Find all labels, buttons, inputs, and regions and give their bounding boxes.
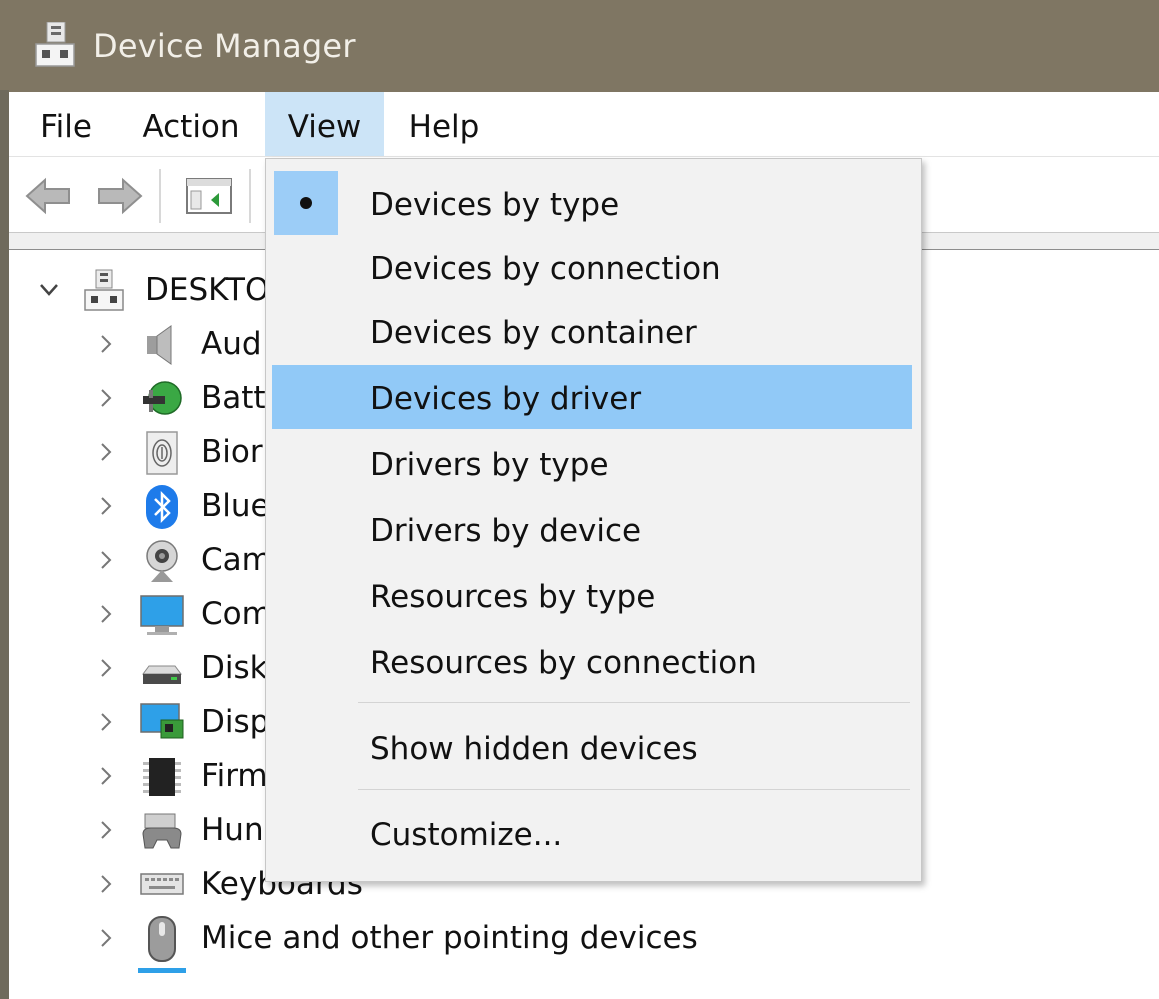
menu-item-resources-by-type[interactable]: Resources by type <box>272 563 912 627</box>
menu-item-customize[interactable]: Customize... <box>272 803 912 867</box>
tree-item-label: Firm <box>201 758 268 794</box>
window-left-border <box>0 968 9 999</box>
forward-arrow-icon[interactable] <box>91 171 147 221</box>
menu-separator <box>358 789 910 790</box>
display-adapter-icon <box>140 703 184 739</box>
menu-item-devices-by-driver[interactable]: Devices by driver <box>272 365 912 429</box>
tree-item-label: Cam <box>201 542 272 578</box>
menu-separator <box>358 702 910 703</box>
chevron-right-icon[interactable] <box>97 816 115 844</box>
tree-item-label: Bior <box>201 434 263 470</box>
tree-item-audio[interactable]: Aud <box>9 318 309 372</box>
monitor-icon <box>140 595 184 635</box>
menu-item-show-hidden-devices[interactable]: Show hidden devices <box>272 717 912 781</box>
chevron-right-icon[interactable] <box>97 870 115 898</box>
menu-item-label: Resources by connection <box>370 645 757 681</box>
view-menu-dropdown: Devices by type Devices by connection De… <box>265 158 922 882</box>
bluetooth-icon <box>146 485 178 529</box>
chevron-right-icon[interactable] <box>97 654 115 682</box>
menu-item-label: Devices by type <box>370 187 620 223</box>
menu-file[interactable]: File <box>9 92 123 156</box>
tree-item-label: Disp <box>201 704 270 740</box>
menu-action[interactable]: Action <box>131 92 251 156</box>
mouse-icon <box>148 916 176 962</box>
menu-item-label: Resources by type <box>370 579 656 615</box>
show-hide-console-tree-icon[interactable] <box>181 171 237 221</box>
tree-item-label: Disk <box>201 650 268 686</box>
tree-item-firmware[interactable]: Firm <box>9 750 309 804</box>
menu-item-devices-by-connection[interactable]: Devices by connection <box>272 233 912 297</box>
tree-item-label: Hun <box>201 812 264 848</box>
menu-view[interactable]: View <box>265 92 384 156</box>
chevron-right-icon[interactable] <box>97 384 115 412</box>
tree-item-computer[interactable]: Com <box>9 588 309 642</box>
window-left-border <box>0 90 9 999</box>
chevron-right-icon[interactable] <box>97 600 115 628</box>
chevron-right-icon[interactable] <box>97 762 115 790</box>
chevron-down-icon[interactable] <box>37 280 61 300</box>
disk-drive-icon <box>142 665 182 684</box>
menu-item-label: Devices by driver <box>370 381 642 417</box>
back-arrow-icon[interactable] <box>21 171 77 221</box>
menu-item-resources-by-connection[interactable]: Resources by connection <box>272 629 912 693</box>
tree-item-mice[interactable]: Mice and other pointing devices <box>9 912 809 966</box>
tree-item-display-adapters[interactable]: Disp <box>9 696 309 750</box>
tree-item-batteries[interactable]: Batt <box>9 372 309 426</box>
menu-item-label: Drivers by type <box>370 447 609 483</box>
chevron-right-icon[interactable] <box>97 330 115 358</box>
bottom-edge <box>0 968 1159 999</box>
menu-item-label: Devices by connection <box>370 251 721 287</box>
device-manager-window: Device Manager File Action View Help DES… <box>0 0 1159 999</box>
tree-item-label: DESKTO <box>145 272 270 308</box>
tree-item-human-interface[interactable]: Hun <box>9 804 309 858</box>
tree-item-bluetooth[interactable]: Blue <box>9 480 309 534</box>
computer-icon <box>84 269 124 311</box>
toolbar-separator <box>249 169 251 223</box>
chevron-right-icon[interactable] <box>97 438 115 466</box>
tree-item-cameras[interactable]: Cam <box>9 534 309 588</box>
menu-item-drivers-by-type[interactable]: Drivers by type <box>272 431 912 495</box>
menu-item-label: Drivers by device <box>370 513 642 549</box>
tree-item-biometric[interactable]: Bior <box>9 426 309 480</box>
toolbar-separator <box>159 169 161 223</box>
menu-item-label: Show hidden devices <box>370 731 698 767</box>
tree-item-label: Com <box>201 596 272 632</box>
hid-icon <box>142 813 182 849</box>
chevron-right-icon[interactable] <box>97 924 115 952</box>
tree-item-label: Blue <box>201 488 270 524</box>
speaker-icon <box>147 325 172 365</box>
partial-next-item-icon <box>138 968 186 973</box>
tree-item-label: Batt <box>201 380 266 416</box>
checked-indicator <box>274 171 338 235</box>
menu-item-drivers-by-device[interactable]: Drivers by device <box>272 497 912 561</box>
title-bar[interactable]: Device Manager <box>0 0 1159 92</box>
chevron-right-icon[interactable] <box>97 708 115 736</box>
menu-bar: File Action View Help <box>9 92 1159 157</box>
chevron-right-icon[interactable] <box>97 546 115 574</box>
menu-item-label: Devices by container <box>370 315 697 351</box>
chevron-right-icon[interactable] <box>97 492 115 520</box>
menu-help[interactable]: Help <box>401 92 487 156</box>
tree-item-disk-drives[interactable]: Disk <box>9 642 309 696</box>
tree-item-label: Aud <box>201 326 262 362</box>
keyboard-icon <box>140 873 184 895</box>
window-title: Device Manager <box>93 27 356 65</box>
menu-item-label: Customize... <box>370 817 563 853</box>
chip-icon <box>143 758 181 796</box>
tree-item-label: Mice and other pointing devices <box>201 920 698 956</box>
computer-icon <box>35 22 75 67</box>
webcam-icon <box>146 540 178 582</box>
menu-item-devices-by-type[interactable]: Devices by type <box>272 167 912 235</box>
menu-item-devices-by-container[interactable]: Devices by container <box>272 299 912 363</box>
battery-icon <box>143 381 182 415</box>
fingerprint-icon <box>146 431 178 475</box>
radio-bullet-icon <box>300 197 312 209</box>
